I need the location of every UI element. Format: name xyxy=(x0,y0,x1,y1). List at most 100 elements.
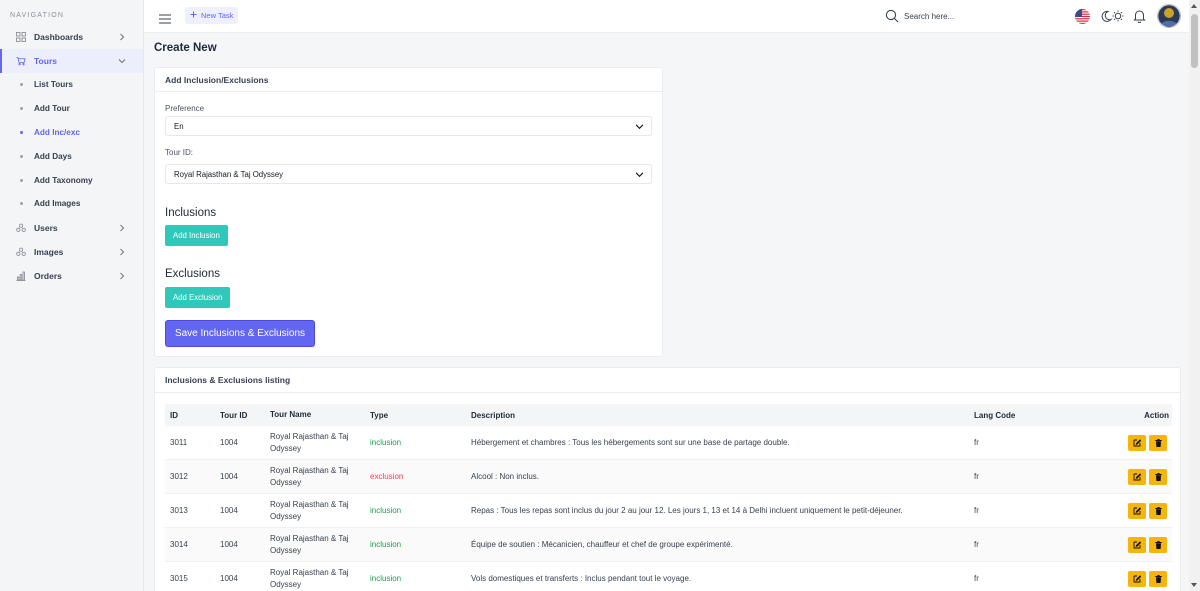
trash-icon xyxy=(1154,506,1162,515)
sidebar-subitem-list-tours[interactable]: List Tours xyxy=(0,73,143,97)
column-header: Type xyxy=(370,410,389,420)
preference-label: Preference xyxy=(165,104,205,113)
edit-icon xyxy=(1133,574,1141,582)
delete-button[interactable] xyxy=(1149,536,1167,553)
sidebar-item-users[interactable]: Users xyxy=(0,216,143,240)
sidebar-item-images[interactable]: Images xyxy=(0,240,143,264)
cell-tour-name: Royal Rajasthan & Taj Odyssey xyxy=(270,534,349,555)
sidebar-item-label: Users xyxy=(34,222,58,233)
exclusions-heading: Exclusions xyxy=(165,268,220,280)
cell-lang-code: fr xyxy=(974,540,979,549)
chevron-right-icon xyxy=(117,223,127,233)
new-task-button[interactable]: New Task xyxy=(185,7,239,24)
delete-button[interactable] xyxy=(1149,570,1167,587)
cell-tour-id: 1004 xyxy=(220,574,238,583)
edit-button[interactable] xyxy=(1128,536,1146,553)
chevron-right-icon xyxy=(117,271,127,281)
inclusion-exclusion-form-card: Add Inclusion/Exclusions Preference En T… xyxy=(154,67,663,357)
bullet-icon xyxy=(20,154,23,158)
edit-icon xyxy=(1133,438,1141,446)
table-header: ID Tour ID Tour Name Type Description La… xyxy=(165,404,1172,426)
cell-description: Hébergement et chambres : Tous les héber… xyxy=(471,438,790,447)
new-task-label: New Task xyxy=(201,11,234,20)
table-row: 3014 1004 Royal Rajasthan & Taj Odyssey … xyxy=(165,528,1172,562)
sidebar-subitem-add-tour[interactable]: Add Tour xyxy=(0,97,143,121)
edit-button[interactable] xyxy=(1128,570,1146,587)
column-header: Lang Code xyxy=(974,410,1016,420)
theme-toggle-icon[interactable] xyxy=(1099,8,1125,24)
cell-actions xyxy=(1119,536,1172,553)
cell-tour-name: Royal Rajasthan & Taj Odyssey xyxy=(270,466,349,487)
edit-icon xyxy=(1133,472,1141,480)
search-icon[interactable] xyxy=(885,9,899,23)
bullet-icon xyxy=(20,178,23,182)
delete-button[interactable] xyxy=(1149,502,1167,519)
cell-lang-code: fr xyxy=(974,472,979,481)
table-row: 3012 1004 Royal Rajasthan & Taj Odyssey … xyxy=(165,460,1172,494)
column-header: Tour ID xyxy=(220,410,248,420)
cell-lang-code: fr xyxy=(974,574,979,583)
cell-type: inclusion xyxy=(370,506,402,515)
page-scrollbar[interactable] xyxy=(1189,0,1200,591)
hamburger-menu-icon[interactable] xyxy=(159,11,171,24)
bell-icon[interactable] xyxy=(1133,9,1146,24)
edit-button[interactable] xyxy=(1128,502,1146,519)
tour-id-select[interactable]: Royal Rajasthan & Taj Odyssey xyxy=(165,164,652,184)
avatar[interactable] xyxy=(1157,4,1181,28)
cell-description: Équipe de soutien : Mécanicien, chauffeu… xyxy=(471,540,733,549)
scroll-down-arrow-icon[interactable] xyxy=(1191,583,1197,587)
cell-id: 3012 xyxy=(170,472,188,481)
cell-tour-id: 1004 xyxy=(220,506,238,515)
column-header: Description xyxy=(471,410,516,420)
sidebar-subitem-add-days[interactable]: Add Days xyxy=(0,144,143,168)
trash-icon xyxy=(1154,574,1162,583)
cell-description: Vols domestiques et transferts : Inclus … xyxy=(471,574,692,583)
scroll-up-arrow-icon[interactable] xyxy=(1191,4,1197,8)
top-header: New Task xyxy=(144,0,1189,33)
table-body: 3011 1004 Royal Rajasthan & Taj Odyssey … xyxy=(165,426,1172,591)
edit-button[interactable] xyxy=(1128,468,1146,485)
tour-id-label: Tour ID: xyxy=(165,148,194,157)
save-inclusions-exclusions-button[interactable]: Save Inclusions & Exclusions xyxy=(165,320,315,347)
search-input[interactable] xyxy=(904,9,1054,24)
preference-select[interactable]: En xyxy=(165,116,652,136)
chevron-right-icon xyxy=(117,32,127,42)
sidebar-item-tours[interactable]: Tours xyxy=(0,49,143,73)
edit-button[interactable] xyxy=(1128,434,1146,451)
chevron-down-icon xyxy=(635,170,644,179)
add-inclusion-button[interactable]: Add Inclusion xyxy=(165,225,228,246)
cell-type: inclusion xyxy=(370,540,402,549)
sidebar-item-label: Dashboards xyxy=(34,32,84,42)
images-icon xyxy=(16,247,26,257)
trash-icon xyxy=(1154,472,1162,481)
inclusions-heading: Inclusions xyxy=(165,207,217,219)
bullet-icon xyxy=(20,107,23,111)
sidebar: NAVIGATION Dashboards Tours List Tours A… xyxy=(0,0,144,591)
delete-button[interactable] xyxy=(1149,468,1167,485)
cell-actions xyxy=(1119,434,1172,451)
cell-tour-name: Royal Rajasthan & Taj Odyssey xyxy=(270,432,349,453)
table-row: 3015 1004 Royal Rajasthan & Taj Odyssey … xyxy=(165,562,1172,591)
trash-icon xyxy=(1154,540,1162,549)
bullet-icon xyxy=(20,130,23,134)
sidebar-subitem-label: Add Tour xyxy=(34,104,70,114)
page-title: Create New xyxy=(154,42,217,54)
edit-icon xyxy=(1133,540,1141,548)
sidebar-subitem-label: Add Days xyxy=(34,151,72,161)
sidebar-item-label: Orders xyxy=(34,270,62,281)
delete-button[interactable] xyxy=(1149,434,1167,451)
sidebar-item-dashboards[interactable]: Dashboards xyxy=(0,25,143,49)
cell-lang-code: fr xyxy=(974,438,979,447)
add-exclusion-button[interactable]: Add Exclusion xyxy=(165,287,231,308)
cell-lang-code: fr xyxy=(974,506,979,515)
sidebar-subitem-add-images[interactable]: Add Images xyxy=(0,192,143,216)
cell-actions xyxy=(1119,570,1172,587)
sidebar-item-orders[interactable]: Orders xyxy=(0,264,143,288)
sidebar-subitem-add-taxonomy[interactable]: Add Taxonomy xyxy=(0,168,143,192)
column-header: ID xyxy=(170,410,178,420)
scrollbar-thumb[interactable] xyxy=(1191,14,1198,68)
form-card-title: Add Inclusion/Exclusions xyxy=(155,68,662,92)
sidebar-subitem-add-inc-exc[interactable]: Add Inc/exc xyxy=(0,121,143,145)
chevron-down-icon xyxy=(117,56,127,66)
us-flag-icon[interactable] xyxy=(1075,9,1090,24)
